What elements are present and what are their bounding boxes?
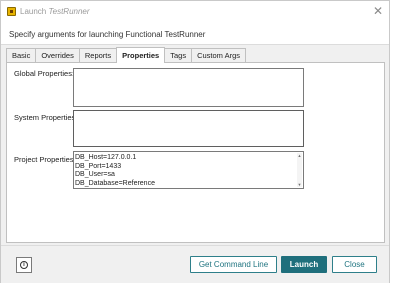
info-button[interactable]: i xyxy=(16,257,32,273)
project-properties-field[interactable]: DB_Host=127.0.0.1 DB_Port=1433 DB_User=s… xyxy=(73,151,304,189)
system-properties-field[interactable] xyxy=(73,110,304,147)
get-command-line-button[interactable]: Get Command Line xyxy=(190,256,277,273)
project-property-line: DB_Host=127.0.0.1 xyxy=(75,154,137,161)
project-property-line: DB_Port=1433 xyxy=(75,162,122,170)
scroll-down-icon[interactable]: ▼ xyxy=(297,182,302,187)
tab-basic[interactable]: Basic xyxy=(6,48,37,63)
global-properties-field[interactable] xyxy=(73,68,304,107)
info-icon: i xyxy=(20,261,28,269)
system-properties-label: System Properties: xyxy=(14,113,78,122)
app-icon xyxy=(7,7,16,16)
tab-bar: Basic Overrides Reports Properties Tags … xyxy=(6,47,247,63)
header-description: Specify arguments for launching Function… xyxy=(9,30,206,39)
launch-dialog: Launch TestRunner ✕ Specify arguments fo… xyxy=(0,0,390,283)
title-bar: Launch TestRunner ✕ xyxy=(1,1,389,23)
project-properties-scrollbar[interactable]: ▲ ▼ xyxy=(297,153,302,187)
launch-button[interactable]: Launch xyxy=(281,256,327,273)
dialog-header: Specify arguments for launching Function… xyxy=(1,23,389,45)
window-title: Launch TestRunner xyxy=(20,7,90,16)
properties-panel: Global Properties: System Properties: Pr… xyxy=(6,62,385,243)
scroll-up-icon[interactable]: ▲ xyxy=(297,153,302,158)
project-property-line: DB_Database=Reference xyxy=(75,179,155,187)
close-icon[interactable]: ✕ xyxy=(371,4,385,18)
tab-tags[interactable]: Tags xyxy=(164,48,193,63)
dialog-footer: i Get Command Line Launch Close xyxy=(1,245,389,283)
project-properties-lines: DB_Host=127.0.0.1 DB_Port=1433 DB_User=s… xyxy=(75,154,155,188)
close-button[interactable]: Close xyxy=(332,256,377,273)
project-properties-label: Project Properties: xyxy=(14,155,76,164)
tab-reports[interactable]: Reports xyxy=(78,48,118,63)
tab-overrides[interactable]: Overrides xyxy=(35,48,80,63)
tab-custom-args[interactable]: Custom Args xyxy=(191,48,247,63)
project-property-line: DB_User=sa xyxy=(75,171,115,178)
global-properties-label: Global Properties: xyxy=(14,69,75,78)
tab-properties[interactable]: Properties xyxy=(116,47,166,63)
